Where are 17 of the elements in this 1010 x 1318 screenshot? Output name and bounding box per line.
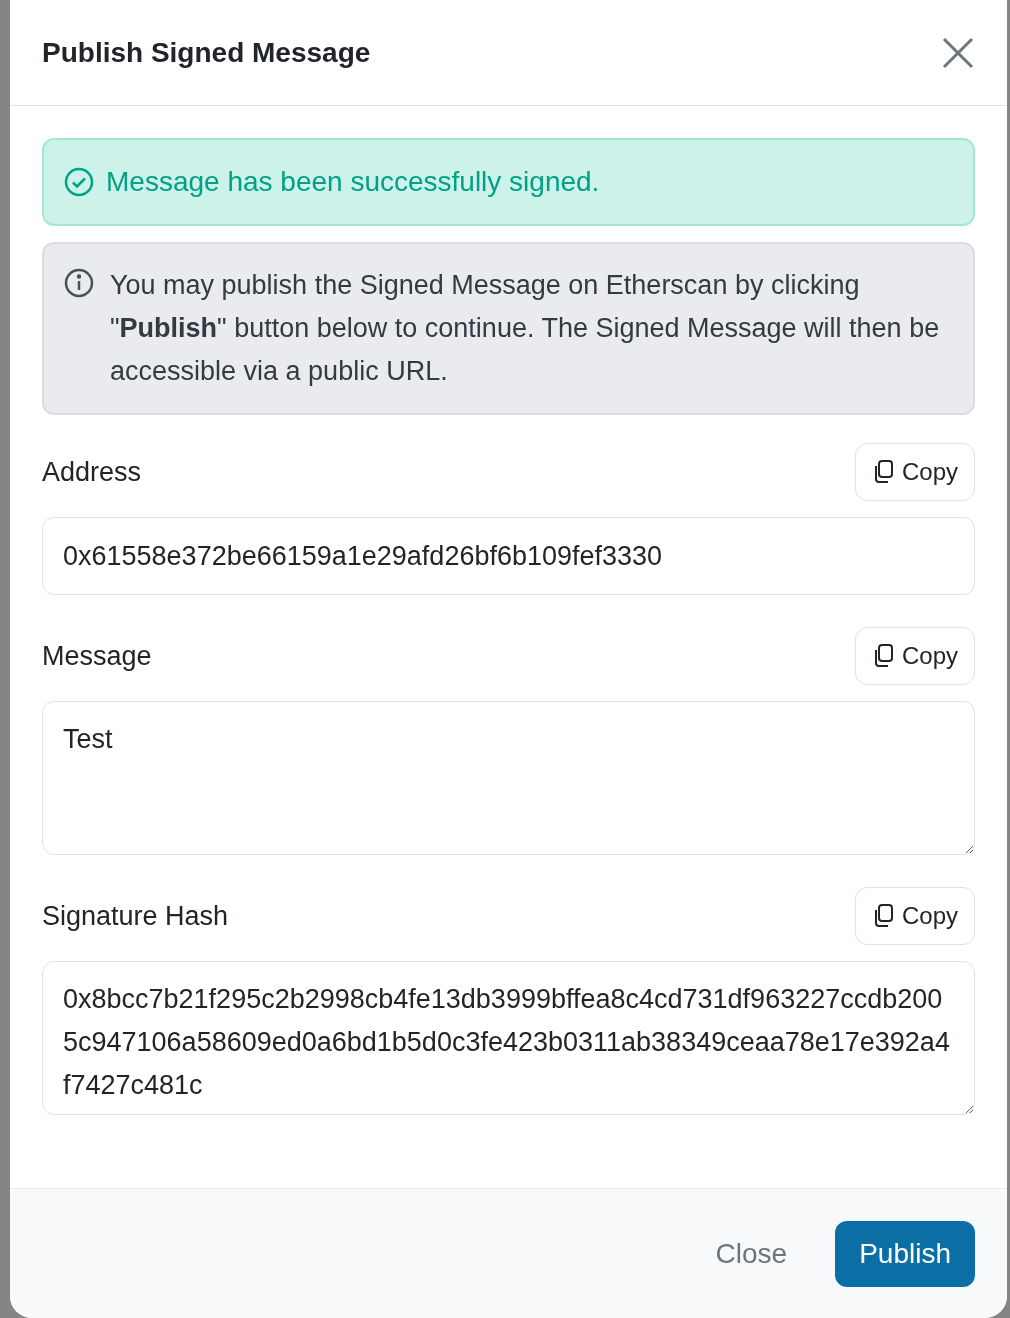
copy-button[interactable]: Copy <box>854 627 975 685</box>
close-icon[interactable] <box>941 35 975 70</box>
dialog-title: Publish Signed Message <box>42 35 371 70</box>
copy-button[interactable]: Copy <box>854 443 975 501</box>
text-area[interactable]: Test <box>42 701 975 855</box>
info-icon <box>64 268 94 298</box>
check-circle-icon <box>64 167 94 197</box>
field-label: Message <box>42 639 152 673</box>
copy-button[interactable]: Copy <box>854 887 975 945</box>
text-area[interactable]: 0x8bcc7b21f295c2b2998cb4fe13db3999bffea8c4cd731df963227ccdb2005c947106a58609ed0a6bd1b5d0c3fe423b0311ab38349ceaa78e17e392a4f7427c481c <box>42 961 975 1115</box>
field-label: Address <box>42 455 142 489</box>
close-button[interactable]: Close <box>703 1220 800 1287</box>
field-label: Signature Hash <box>42 899 229 933</box>
publish-button[interactable]: Publish <box>835 1220 975 1287</box>
success-message: Message has been successfully signed. <box>106 165 600 199</box>
info-message: You may publish the Signed Message on Etherscan by clicking "Publish" button below to continue. The Signed Message will then be accessible via a public URL. <box>110 269 941 388</box>
input-field[interactable]: 0x61558e372be66159a1e29afd26bf6b109fef3330 <box>42 517 975 595</box>
